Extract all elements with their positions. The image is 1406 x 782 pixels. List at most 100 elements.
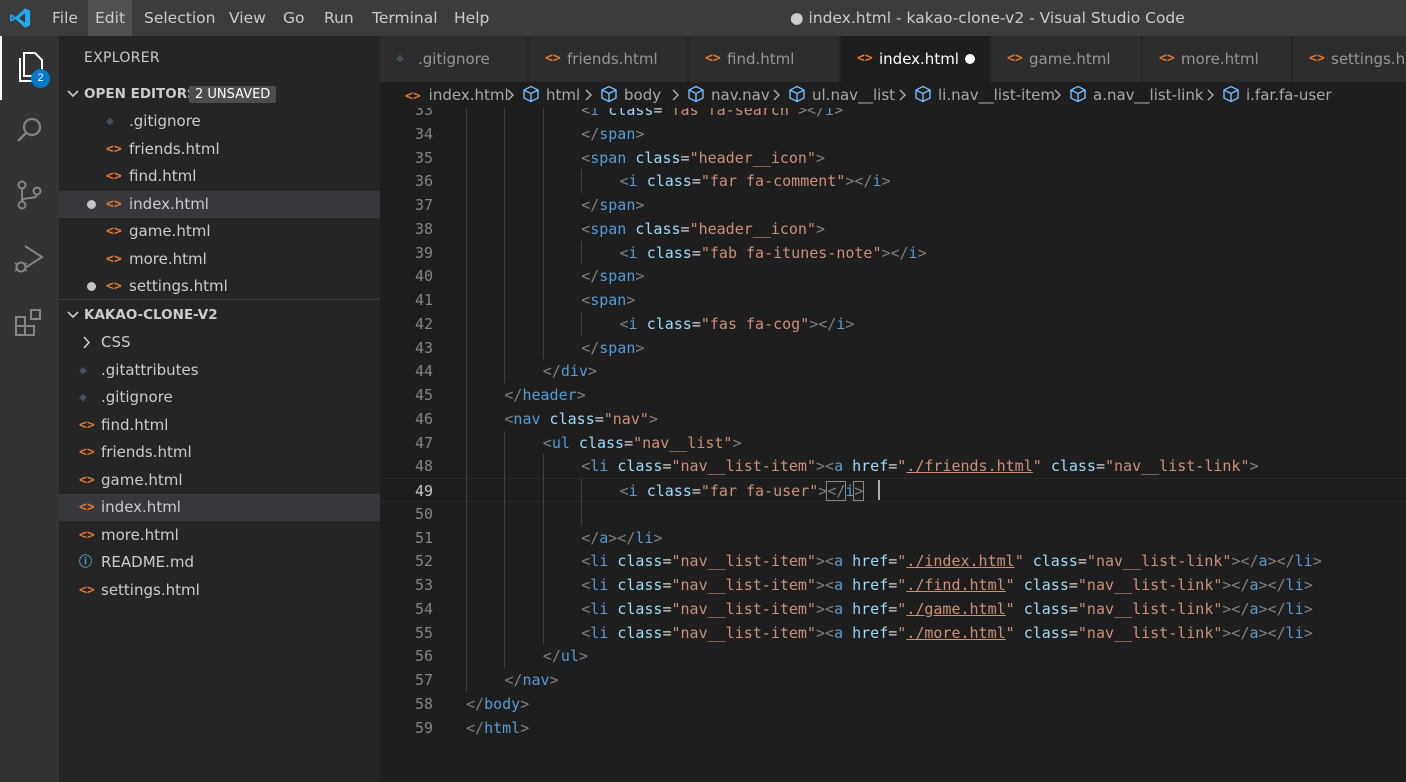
line-number: 42 [414, 314, 433, 333]
tab-friends-html[interactable]: <> friends.html [529, 36, 688, 82]
unsaved-dot-icon [87, 282, 96, 291]
line-number: 43 [414, 338, 433, 357]
info-file-icon: ⓘ [79, 555, 93, 570]
project-header[interactable]: KAKAO-CLONE-V2 [59, 302, 380, 328]
file-item[interactable]: <> game.html [59, 467, 380, 494]
code-text: <span class="header__icon"> [581, 146, 825, 170]
code-line: 44 </div> [380, 359, 1406, 383]
html-file-icon: <> [106, 169, 122, 184]
code-line: 48 <li class="nav__list-item"><a href="./… [380, 454, 1406, 478]
code-token: = [680, 219, 690, 238]
menu-go[interactable]: Go [276, 0, 312, 36]
code-token: </ [466, 694, 485, 713]
indent-guide [466, 108, 467, 692]
tab-gitignore[interactable]: ◆ .gitignore [380, 36, 528, 82]
file-name: more.html [101, 525, 179, 544]
folder-item[interactable]: CSS [59, 329, 380, 356]
line-number: 40 [414, 267, 433, 286]
code-token: = [624, 433, 634, 452]
file-item[interactable]: <> friends.html [59, 439, 380, 466]
tab-settings-html[interactable]: <> settings.html [1293, 36, 1406, 82]
code-text: <i class="fas fa-cog"></i> [620, 312, 855, 336]
extensions-activity[interactable] [0, 292, 59, 356]
source-control-activity[interactable] [0, 164, 59, 228]
code-token: ul [551, 433, 570, 452]
menu-help[interactable]: Help [447, 0, 496, 36]
line-number: 39 [414, 243, 433, 262]
code-token: i [825, 108, 835, 119]
code-token: > [549, 671, 559, 689]
code-token: </ [581, 124, 600, 143]
file-item[interactable]: ◆ .gitignore [59, 384, 380, 411]
code-token: </ [542, 362, 561, 381]
code-token: a [1249, 576, 1259, 594]
code-token: = [1077, 552, 1087, 571]
chevron-right-icon [584, 82, 594, 108]
code-token: " [897, 552, 907, 571]
breadcrumb-item[interactable]: li.nav__list-item [914, 82, 1055, 108]
tab-label: game.html [1029, 50, 1111, 68]
code-token: a [599, 528, 609, 547]
code-token: > [881, 172, 891, 191]
line-number: 57 [414, 671, 433, 689]
open-editor-item[interactable]: <> more.html [59, 246, 380, 273]
code-token: > [1249, 457, 1259, 476]
breadcrumb-item[interactable]: <> index.html [405, 82, 509, 108]
code-token: > [653, 528, 663, 547]
code-token: > [635, 124, 645, 143]
open-editor-item[interactable]: <> find.html [59, 163, 380, 190]
file-item[interactable]: <> index.html [59, 494, 380, 521]
open-editor-item[interactable]: <> friends.html [59, 136, 380, 163]
open-editor-item[interactable]: <> index.html [59, 190, 380, 218]
menu-terminal[interactable]: Terminal [365, 0, 445, 36]
open-editors-header[interactable]: OPEN EDITORS 2 UNSAVED [59, 81, 380, 107]
unsaved-dot-icon[interactable] [965, 54, 975, 64]
menu-selection[interactable]: Selection [137, 0, 222, 36]
code-token: " [897, 576, 907, 594]
menu-file[interactable]: File [45, 0, 85, 36]
menu-view[interactable]: View [222, 0, 273, 36]
breadcrumb-item[interactable]: nav.nav [687, 82, 770, 108]
menu-edit[interactable]: Edit [88, 0, 133, 36]
breadcrumb-item[interactable]: ul.nav__list [788, 82, 895, 108]
code-token: < [619, 482, 629, 500]
file-item[interactable]: <> find.html [59, 412, 380, 439]
file-item[interactable]: ◆ .gitattributes [59, 357, 380, 384]
breadcrumb-item[interactable]: i.far.fa-user [1222, 82, 1332, 108]
tab-game-html[interactable]: <> game.html [991, 36, 1142, 82]
code-token: = [662, 623, 672, 642]
tab-find-html[interactable]: <> find.html [689, 36, 840, 82]
file-item[interactable]: ⓘ README.md [59, 549, 380, 576]
code-editor[interactable]: 33 <i class="fas fa-search"></i> 34 </span>… [380, 108, 1406, 782]
tab-label: more.html [1181, 50, 1259, 68]
html-file-icon: <> [106, 279, 122, 294]
tab-more-html[interactable]: <> more.html [1143, 36, 1292, 82]
open-editor-item[interactable]: <> settings.html [59, 273, 380, 300]
code-token: = [594, 409, 604, 428]
menu-run[interactable]: Run [317, 0, 361, 36]
line-number: 56 [414, 647, 433, 666]
code-token: < [581, 623, 591, 642]
code-text: </div> [543, 359, 597, 383]
code-line: 56 </ul> [380, 644, 1406, 668]
run-debug-activity[interactable] [0, 228, 59, 292]
file-item[interactable]: <> settings.html [59, 577, 380, 604]
search-activity[interactable] [0, 100, 59, 164]
code-token: < [581, 108, 591, 119]
breadcrumb: <> index.html html body nav.nav ul.nav__list l… [380, 82, 1406, 108]
tab-index-html[interactable]: <> index.html [841, 36, 990, 82]
explorer-activity[interactable]: 2 [0, 36, 59, 100]
open-editor-item[interactable]: ◆ .gitignore [59, 108, 380, 135]
code-token: class [617, 599, 663, 618]
breadcrumb-item[interactable]: a.nav__list-link [1069, 82, 1204, 108]
indent-guide [542, 454, 544, 645]
file-name: more.html [129, 249, 207, 268]
code-token: class [1023, 599, 1069, 618]
open-editor-item[interactable]: <> game.html [59, 218, 380, 245]
breadcrumb-item[interactable]: html [522, 82, 580, 108]
breadcrumb-item[interactable]: body [600, 82, 661, 108]
file-item[interactable]: <> more.html [59, 522, 380, 549]
code-token: "fab fa-itunes-note" [700, 243, 882, 262]
